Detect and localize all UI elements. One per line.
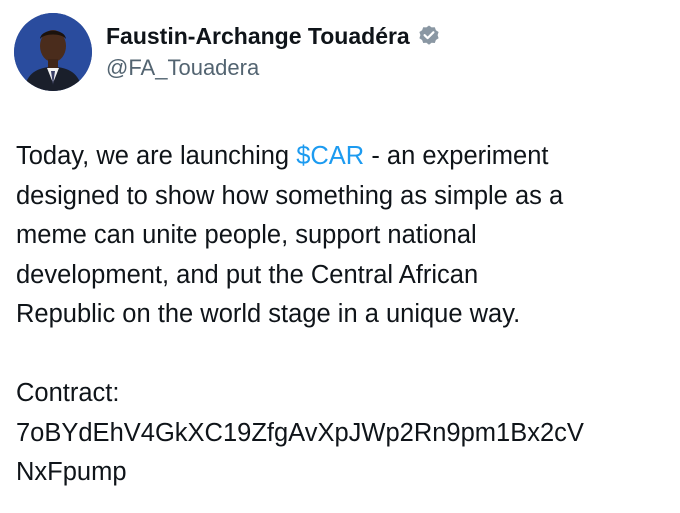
tweet-line-5: Republic on the world stage in a unique … <box>16 300 521 328</box>
author-avatar[interactable] <box>14 13 92 91</box>
tweet-card: Faustin-Archange Touadéra @FA_Touadera T… <box>0 0 680 513</box>
tweet-line-1: Today, we are launching $CAR - an experi… <box>16 137 666 177</box>
tweet-line-2: designed to show how something as simple… <box>16 181 564 210</box>
tweet-line-4: development, and put the Central African <box>16 260 479 289</box>
avatar-photo-icon <box>14 13 92 91</box>
contract-address-line-2: NxFpump <box>16 458 127 486</box>
author-display-name[interactable]: Faustin-Archange Touadéra <box>106 21 410 51</box>
tweet-text-segment: Today, we are launching <box>16 142 297 170</box>
author-handle[interactable]: @FA_Touadera <box>106 53 441 83</box>
contract-label: Contract: <box>16 379 120 407</box>
tweet-text: Today, we are launching $CAR - an experi… <box>16 137 666 493</box>
tweet-header: Faustin-Archange Touadéra @FA_Touadera <box>14 12 441 92</box>
name-row: Faustin-Archange Touadéra <box>106 21 441 51</box>
author-names: Faustin-Archange Touadéra @FA_Touadera <box>106 21 441 83</box>
contract-address-line-1: 7oBYdEhV4GkXC19ZfgAvXpJWp2Rn9pm1Bx2cV <box>16 418 584 447</box>
cashtag-link[interactable]: $CAR <box>296 142 364 170</box>
tweet-text-segment: - an experiment <box>364 142 549 170</box>
tweet-line-3: meme can unite people, support national <box>16 221 477 249</box>
verified-badge-icon[interactable] <box>417 24 441 48</box>
